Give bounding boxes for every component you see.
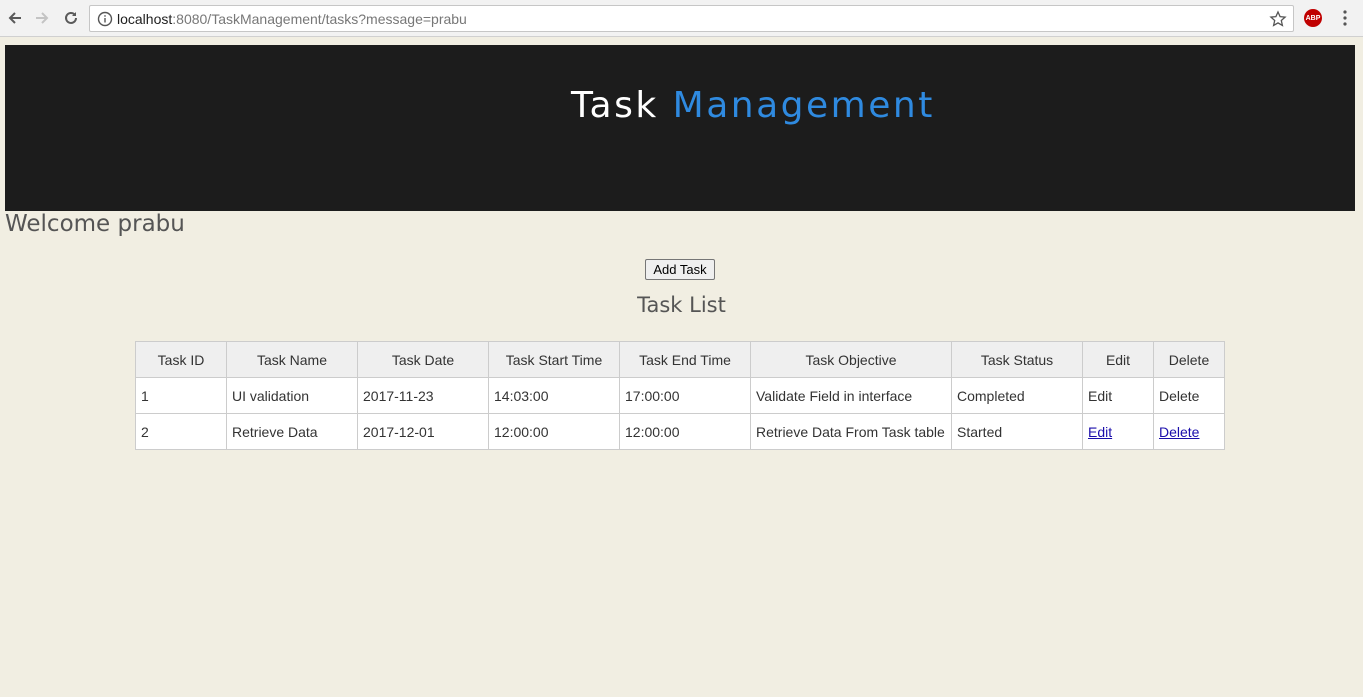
edit-link[interactable]: Edit <box>1088 424 1112 440</box>
star-icon[interactable] <box>1269 10 1287 28</box>
cell-task-date: 2017-11-23 <box>357 377 489 414</box>
delete-link[interactable]: Delete <box>1159 424 1199 440</box>
table-row: 2 Retrieve Data 2017-12-01 12:00:00 12:0… <box>135 413 1225 450</box>
browser-toolbar: localhost:8080/TaskManagement/tasks?mess… <box>0 0 1363 37</box>
add-task-button[interactable]: Add Task <box>645 259 715 280</box>
info-icon[interactable] <box>97 11 113 27</box>
col-task-end-time: Task End Time <box>619 341 751 378</box>
col-delete: Delete <box>1153 341 1225 378</box>
cell-start-time: 12:00:00 <box>488 413 620 450</box>
site-title-word2: Management <box>672 85 935 126</box>
task-list-heading: Task List <box>637 293 726 317</box>
col-task-id: Task ID <box>135 341 227 378</box>
browser-menu-icon[interactable] <box>1338 9 1352 27</box>
forward-icon[interactable] <box>31 7 53 29</box>
address-bar[interactable]: localhost:8080/TaskManagement/tasks?mess… <box>89 5 1294 32</box>
back-icon[interactable] <box>4 7 26 29</box>
col-task-start-time: Task Start Time <box>488 341 620 378</box>
url-text: localhost:8080/TaskManagement/tasks?mess… <box>117 11 467 27</box>
cell-task-name: UI validation <box>226 377 358 414</box>
cell-task-date: 2017-12-01 <box>357 413 489 450</box>
edit-link[interactable]: Edit <box>1082 377 1154 414</box>
col-task-name: Task Name <box>226 341 358 378</box>
col-edit: Edit <box>1082 341 1154 378</box>
edit-cell: Edit <box>1082 413 1154 450</box>
cell-status: Started <box>951 413 1083 450</box>
reload-icon[interactable] <box>60 7 82 29</box>
site-title-word1: Task <box>571 85 659 126</box>
welcome-message: Welcome prabu <box>5 211 185 237</box>
delete-cell: Delete <box>1153 413 1225 450</box>
cell-end-time: 12:00:00 <box>619 413 751 450</box>
cell-start-time: 14:03:00 <box>488 377 620 414</box>
cell-task-name: Retrieve Data <box>226 413 358 450</box>
cell-objective: Retrieve Data From Task table <box>750 413 952 450</box>
header-banner: Task Management <box>5 45 1355 211</box>
adblock-extension-icon[interactable]: ABP <box>1304 9 1322 27</box>
col-task-date: Task Date <box>357 341 489 378</box>
col-task-status: Task Status <box>951 341 1083 378</box>
url-host: localhost <box>117 11 173 27</box>
site-title: Task Management <box>571 85 935 126</box>
table-row: 1 UI validation 2017-11-23 14:03:00 17:0… <box>135 377 1225 414</box>
cell-task-id: 2 <box>135 413 227 450</box>
col-task-objective: Task Objective <box>750 341 952 378</box>
cell-status: Completed <box>951 377 1083 414</box>
delete-link[interactable]: Delete <box>1153 377 1225 414</box>
cell-objective: Validate Field in interface <box>750 377 952 414</box>
task-table: Task ID Task Name Task Date Task Start T… <box>135 341 1225 450</box>
table-header-row: Task ID Task Name Task Date Task Start T… <box>135 341 1225 378</box>
cell-task-id: 1 <box>135 377 227 414</box>
cell-end-time: 17:00:00 <box>619 377 751 414</box>
url-path: :8080/TaskManagement/tasks?message=prabu <box>172 11 467 27</box>
